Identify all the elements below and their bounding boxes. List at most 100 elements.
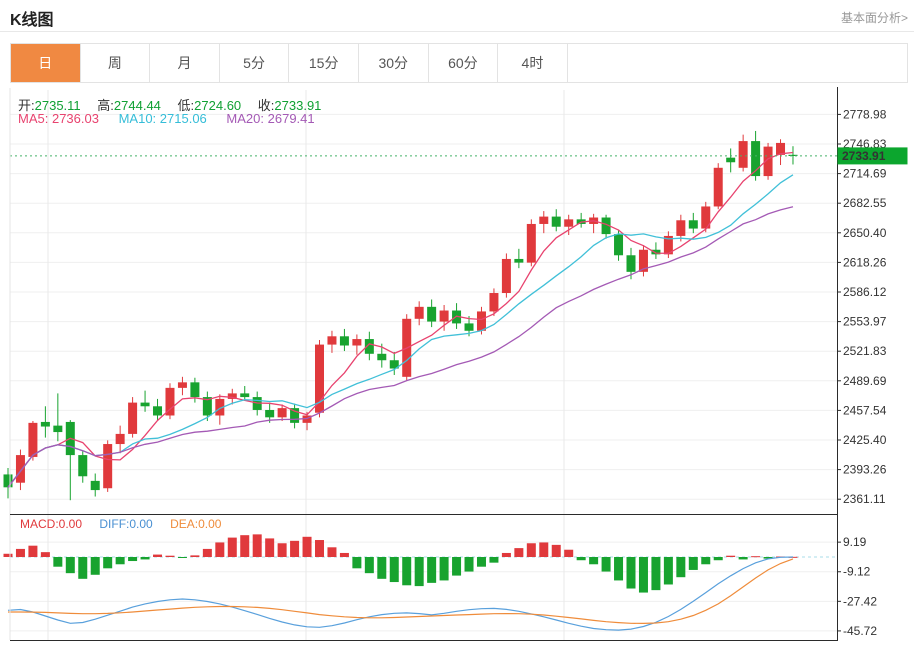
- candle-body: [739, 141, 748, 168]
- macd-hist-bar: [427, 557, 436, 583]
- ma20-legend: MA20: 2679.41: [226, 111, 314, 126]
- macd-hist-bar: [751, 556, 760, 557]
- price-tick-label: 2457.54: [843, 403, 887, 417]
- macd-hist-bar: [714, 557, 723, 560]
- price-tick-label: 2778.98: [843, 107, 887, 121]
- macd-hist-bar: [290, 541, 299, 557]
- macd-hist-bar: [215, 542, 224, 557]
- page-title: K线图: [10, 6, 54, 30]
- price-tick-label: 2489.69: [843, 374, 887, 388]
- macd-hist-bar: [527, 543, 536, 557]
- macd-hist-bar: [228, 538, 237, 557]
- candle-body: [552, 217, 561, 227]
- macd-hist-bar: [664, 557, 673, 584]
- candle-body: [265, 410, 274, 417]
- candle-body: [352, 339, 361, 345]
- macd-hist-bar: [253, 534, 262, 557]
- svg-text:2733.91: 2733.91: [842, 149, 886, 163]
- candle-body: [240, 393, 249, 397]
- candle-body: [128, 403, 137, 434]
- macd-hist-bar: [390, 557, 399, 582]
- candle-body: [28, 423, 37, 457]
- candle-body: [153, 406, 162, 415]
- macd-hist-bar: [539, 542, 548, 557]
- macd-hist-bar: [153, 555, 162, 557]
- candle-body: [16, 455, 25, 483]
- tab-30min[interactable]: 30分: [359, 44, 429, 82]
- macd-hist-bar: [477, 557, 486, 567]
- macd-hist-bar: [53, 557, 62, 567]
- candle-body: [178, 382, 187, 388]
- kline-page: K线图 基本面分析> 日 周 月 5分 15分 30分 60分 4时 开:273…: [0, 0, 914, 646]
- macd-tick-label: -45.72: [843, 624, 877, 638]
- macd-hist-bar: [739, 557, 748, 559]
- price-tick-label: 2521.83: [843, 344, 887, 358]
- candle-body: [440, 311, 449, 322]
- candle-body: [4, 474, 13, 487]
- macd-hist-bar: [315, 540, 324, 557]
- macd-hist-bar: [41, 552, 50, 557]
- candle-body: [116, 434, 125, 444]
- current-price-marker: 2733.91: [838, 147, 908, 164]
- candle-body: [465, 323, 474, 330]
- macd-hist-bar: [614, 557, 623, 580]
- tab-4hour[interactable]: 4时: [498, 44, 568, 82]
- tab-60min[interactable]: 60分: [429, 44, 499, 82]
- price-tick-label: 2714.69: [843, 167, 887, 181]
- macd-hist-bar: [16, 549, 25, 557]
- tab-day[interactable]: 日: [11, 44, 81, 82]
- macd-hist-bar: [265, 538, 274, 557]
- macd-hist-bar: [651, 557, 660, 590]
- macd-hist-bar: [327, 547, 336, 557]
- tab-week[interactable]: 周: [81, 44, 151, 82]
- macd-hist-bar: [303, 537, 312, 557]
- candle-body: [676, 220, 685, 236]
- price-tick-label: 2425.40: [843, 433, 887, 447]
- header-divider: [0, 31, 914, 32]
- price-tick-label: 2586.12: [843, 285, 887, 299]
- candle-body: [726, 158, 735, 163]
- tab-15min[interactable]: 15分: [289, 44, 359, 82]
- macd-pane: [4, 534, 838, 630]
- macd-hist-bar: [489, 557, 498, 563]
- macd-hist-bar: [4, 554, 13, 557]
- macd-hist-bar: [440, 557, 449, 580]
- candle-body: [41, 422, 50, 427]
- candle-body: [78, 455, 87, 476]
- price-tick-label: 2361.11: [843, 492, 886, 506]
- fundamental-analysis-link[interactable]: 基本面分析>: [841, 9, 908, 26]
- ma-legend: MA5: 2736.03 MA10: 2715.06 MA20: 2679.41: [18, 111, 331, 126]
- candle-body: [141, 403, 150, 407]
- macd-tick-label: -27.42: [843, 594, 877, 608]
- macd-hist-bar: [66, 557, 75, 573]
- tab-month[interactable]: 月: [150, 44, 220, 82]
- macd-hist-bar: [91, 557, 100, 575]
- candle-body: [91, 481, 100, 490]
- price-tick-label: 2393.26: [843, 463, 887, 477]
- diff-line: [8, 557, 793, 630]
- candle-body: [614, 234, 623, 255]
- candle-body: [290, 408, 299, 423]
- candle-body: [377, 354, 386, 360]
- candle-body: [278, 408, 287, 417]
- macd-hist-bar: [28, 546, 37, 557]
- macd-hist-bar: [365, 557, 374, 573]
- macd-hist-bar: [627, 557, 636, 589]
- dea-value: DEA:0.00: [170, 517, 221, 531]
- macd-hist-bar: [402, 557, 411, 585]
- tab-5min[interactable]: 5分: [220, 44, 290, 82]
- macd-hist-bar: [689, 557, 698, 570]
- macd-hist-bar: [602, 557, 611, 572]
- macd-hist-bar: [278, 543, 287, 557]
- macd-hist-bar: [103, 557, 112, 568]
- candle-body: [539, 217, 548, 224]
- candles: [4, 131, 798, 500]
- candle-body: [327, 336, 336, 344]
- period-tabbar: 日 周 月 5分 15分 30分 60分 4时: [10, 43, 908, 83]
- macd-legend: MACD:0.00 DIFF:0.00 DEA:0.00: [20, 517, 235, 531]
- macd-hist-bar: [452, 557, 461, 576]
- diff-value: DIFF:0.00: [99, 517, 152, 531]
- macd-hist-bar: [514, 548, 523, 557]
- ma10-legend: MA10: 2715.06: [119, 111, 207, 126]
- macd-tick-label: 9.19: [843, 535, 867, 549]
